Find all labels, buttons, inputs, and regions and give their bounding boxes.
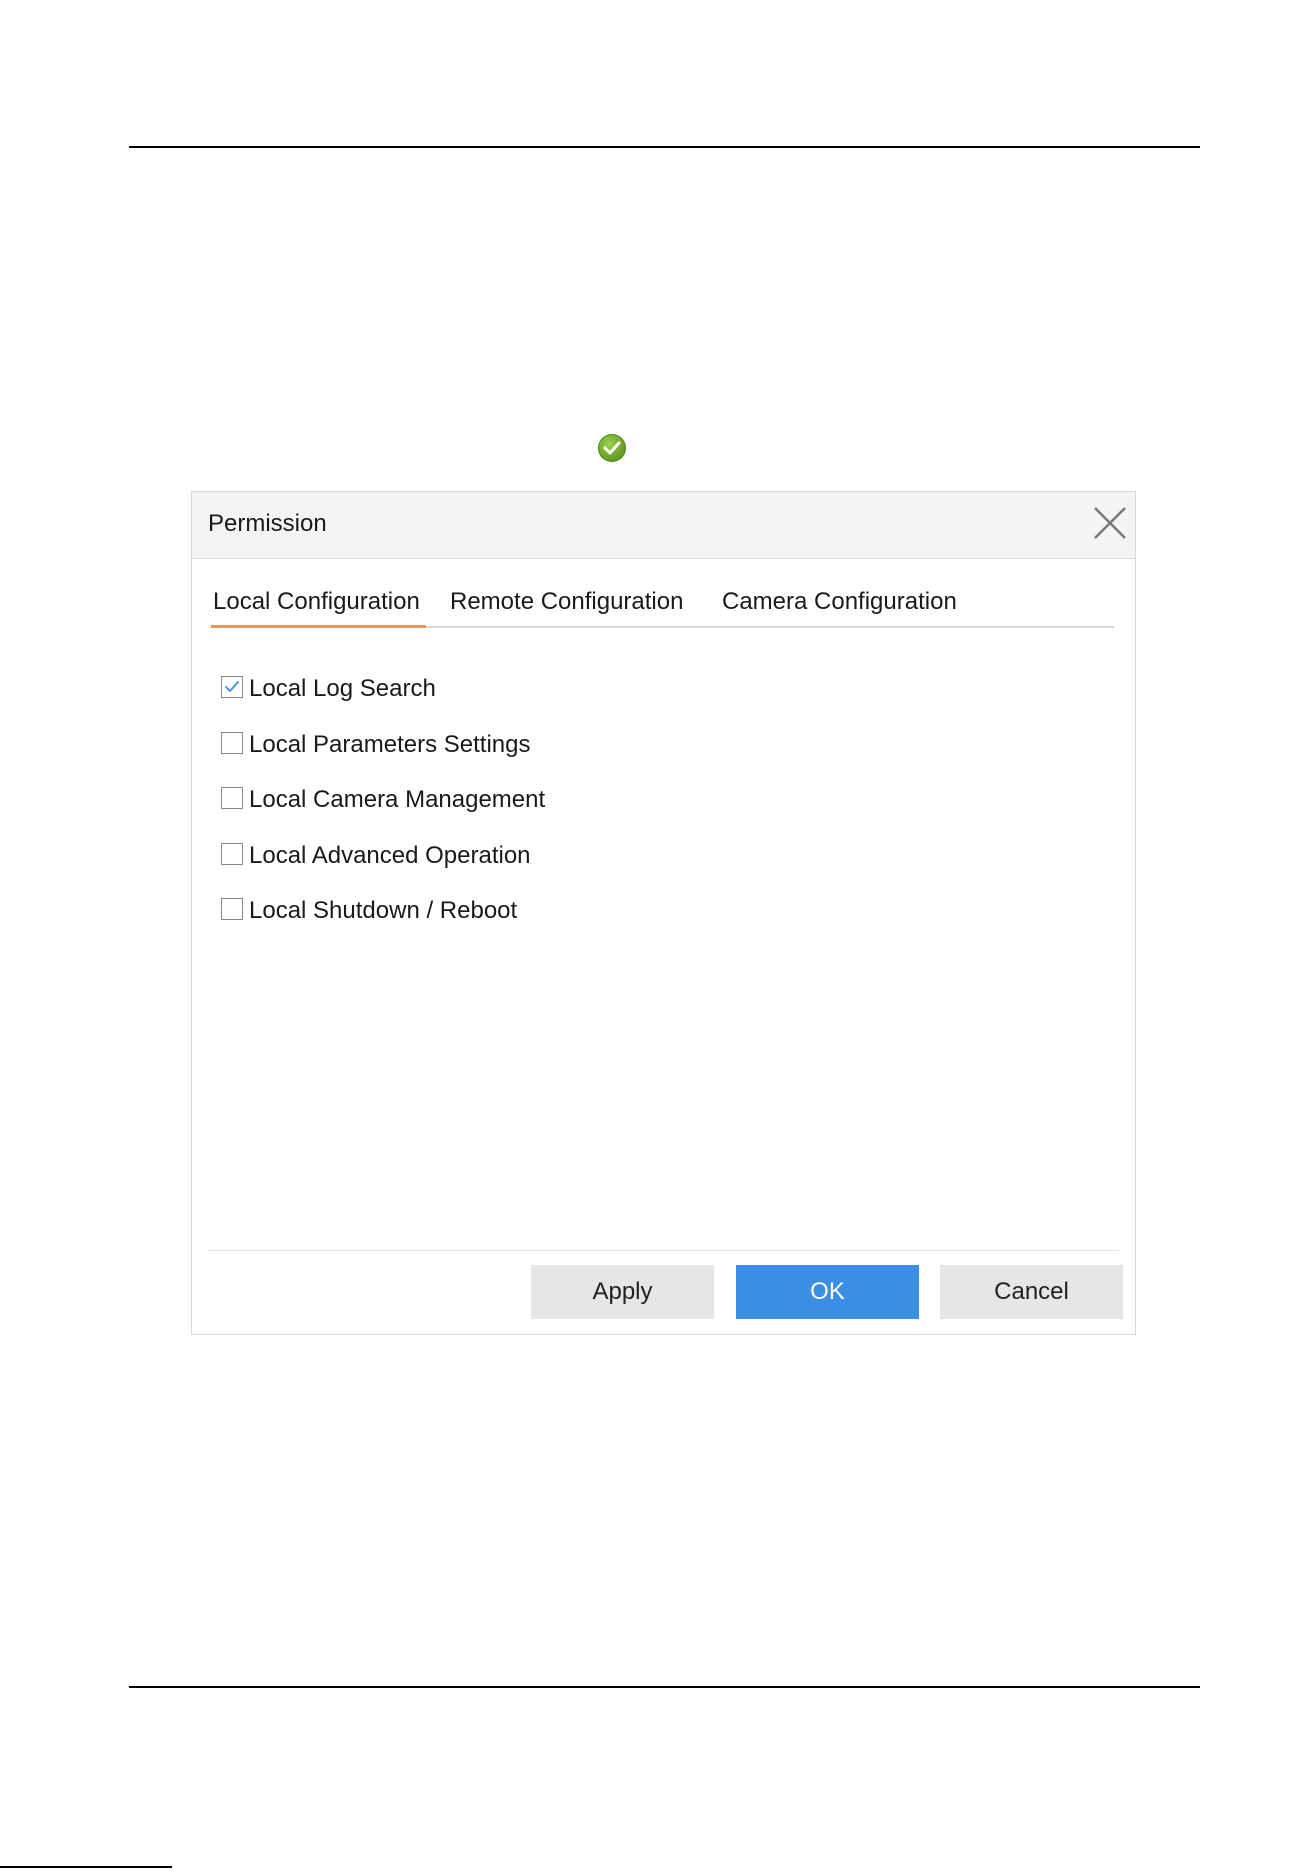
page-footer-rule — [129, 1686, 1200, 1688]
permission-local-parameters-settings[interactable]: Local Parameters Settings — [221, 731, 721, 787]
apply-button[interactable]: Apply — [531, 1265, 714, 1319]
footer-divider — [208, 1250, 1119, 1251]
close-icon — [1094, 507, 1126, 539]
page-bottom-strip — [0, 1866, 172, 1868]
tab-bar: Local Configuration Remote Configuration… — [211, 588, 1114, 628]
permission-label: Local Parameters Settings — [249, 730, 531, 758]
dialog-title: Permission — [208, 510, 327, 537]
checkbox-local-log-search[interactable] — [221, 676, 243, 698]
checkbox-local-shutdown-reboot[interactable] — [221, 898, 243, 920]
permission-local-log-search[interactable]: Local Log Search — [221, 675, 721, 731]
permission-label: Local Shutdown / Reboot — [249, 897, 518, 924]
dialog-header: Permission — [192, 492, 1135, 559]
permission-dialog: Permission Local Configuration Remote Co… — [191, 491, 1136, 1335]
permission-label: Local Camera Management — [249, 786, 546, 813]
ok-button[interactable]: OK — [736, 1265, 919, 1319]
close-button[interactable] — [1092, 505, 1128, 541]
permission-label: Local Log Search — [249, 675, 436, 702]
permission-local-advanced-operation[interactable]: Local Advanced Operation — [221, 842, 721, 898]
tab-camera-configuration[interactable]: Camera Configuration — [722, 588, 957, 626]
checkbox-local-advanced-operation[interactable] — [221, 842, 243, 865]
checkbox-local-parameters-settings[interactable] — [221, 731, 243, 754]
permission-local-camera-management[interactable]: Local Camera Management — [221, 786, 721, 842]
permission-label: Local Advanced Operation — [249, 841, 531, 869]
page-header-rule — [129, 146, 1200, 148]
check-circle-icon — [598, 434, 626, 462]
checkbox-local-camera-management[interactable] — [221, 787, 243, 809]
cancel-button[interactable]: Cancel — [940, 1265, 1123, 1319]
checkmark-icon — [225, 681, 239, 692]
tab-remote-configuration[interactable]: Remote Configuration — [450, 588, 683, 626]
tab-local-configuration[interactable]: Local Configuration — [211, 588, 426, 628]
permission-local-shutdown-reboot[interactable]: Local Shutdown / Reboot — [221, 897, 721, 953]
permission-list: Local Log Search Local Parameters Settin… — [221, 675, 721, 953]
